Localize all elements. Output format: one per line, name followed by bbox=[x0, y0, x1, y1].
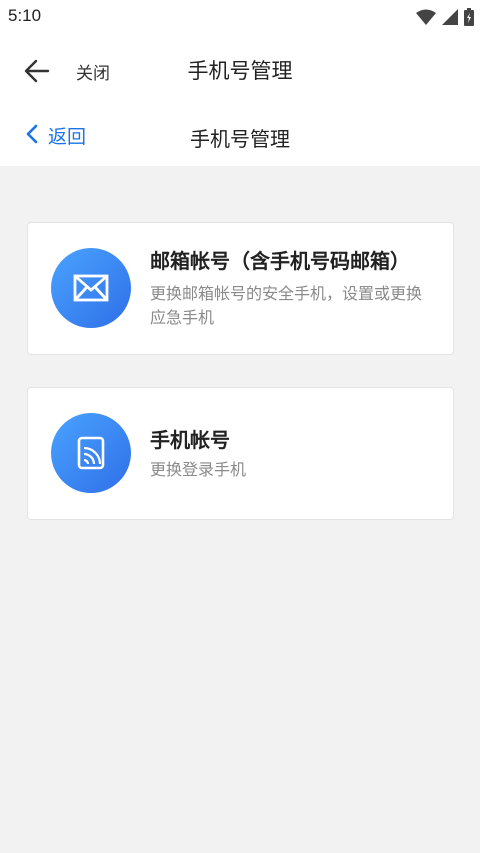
sub-title: 手机号管理 bbox=[190, 127, 290, 151]
email-account-card[interactable]: 邮箱帐号（含手机号码邮箱） 更换邮箱帐号的安全手机，设置或更换应急手机 bbox=[27, 222, 454, 355]
top-bar: 关闭 手机号管理 bbox=[0, 34, 480, 104]
mail-icon bbox=[51, 248, 131, 328]
wifi-icon bbox=[416, 9, 436, 25]
card-title: 邮箱帐号（含手机号码邮箱） bbox=[150, 249, 410, 273]
card-title: 手机帐号 bbox=[150, 428, 230, 452]
card-description: 更换邮箱帐号的安全手机，设置或更换应急手机 bbox=[150, 284, 423, 327]
status-icons bbox=[416, 8, 474, 26]
status-bar: 5:10 bbox=[0, 0, 480, 34]
battery-icon bbox=[464, 8, 474, 26]
status-time: 5:10 bbox=[8, 6, 42, 25]
sub-nav: 返回 手机号管理 bbox=[0, 104, 480, 166]
signal-icon bbox=[442, 9, 458, 25]
phone-icon bbox=[51, 413, 131, 493]
page-title: 手机号管理 bbox=[187, 59, 293, 83]
phone-account-card[interactable]: 手机帐号 更换登录手机 bbox=[27, 387, 454, 520]
card-description: 更换登录手机 bbox=[150, 460, 247, 479]
